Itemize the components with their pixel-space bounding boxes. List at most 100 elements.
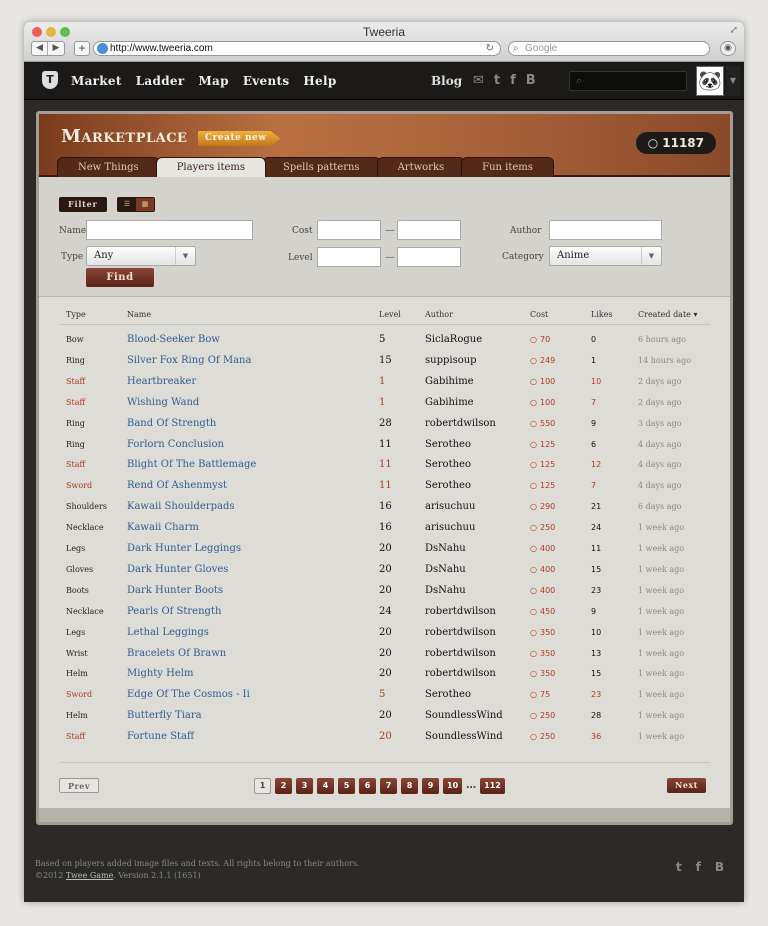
twee-game-link[interactable]: Twee Game bbox=[66, 871, 113, 880]
page-9-button[interactable]: 9 bbox=[422, 778, 439, 794]
marketplace-panel: Marketplace Create new ○ 11187 New Things… bbox=[36, 111, 733, 825]
item-name-link[interactable]: Forlorn Conclusion bbox=[127, 439, 224, 450]
col-author[interactable]: Author bbox=[425, 310, 453, 319]
table-row: Necklace Kawaii Charm 16 arisuchuu ○ 250 24 1 w… bbox=[59, 518, 710, 539]
item-cost-value: 250 bbox=[539, 732, 556, 742]
page-1-button[interactable]: 1 bbox=[254, 778, 271, 794]
name-input[interactable] bbox=[86, 220, 253, 240]
menu-map[interactable]: Map bbox=[198, 74, 228, 88]
item-name-link[interactable]: Butterfly Tiara bbox=[127, 710, 202, 721]
item-name-link[interactable]: Kawaii Shoulderpads bbox=[127, 501, 234, 512]
prev-button[interactable]: Prev bbox=[59, 778, 99, 793]
blog-b-icon[interactable]: B bbox=[526, 73, 536, 88]
item-name-link[interactable]: Band Of Strength bbox=[127, 418, 216, 429]
chevron-down-icon[interactable]: ▼ bbox=[726, 66, 740, 96]
coin-icon: ○ bbox=[647, 136, 659, 150]
category-select[interactable]: Anime ▼ bbox=[549, 246, 662, 266]
tab-fun-items[interactable]: Fun items bbox=[461, 157, 554, 177]
facebook-icon[interactable]: f bbox=[696, 860, 701, 874]
list-view-icon[interactable]: ☰ bbox=[118, 198, 136, 211]
level-min-input[interactable] bbox=[317, 247, 381, 267]
cost-max-input[interactable] bbox=[397, 220, 461, 240]
item-name-link[interactable]: Dark Hunter Leggings bbox=[127, 543, 241, 554]
item-name-link[interactable]: Fortune Staff bbox=[127, 731, 194, 742]
cost-min-input[interactable] bbox=[317, 220, 381, 240]
item-name-link[interactable]: Kawaii Charm bbox=[127, 522, 199, 533]
item-cost-value: 70 bbox=[539, 335, 551, 344]
browser-search-field[interactable]: ⌕ Google bbox=[508, 41, 710, 56]
item-name-link[interactable]: Blood-Seeker Bow bbox=[127, 334, 220, 345]
coin-icon: ○ bbox=[530, 439, 537, 449]
menu-market[interactable]: Market bbox=[71, 74, 122, 88]
facebook-icon[interactable]: f bbox=[510, 73, 516, 88]
page-7-button[interactable]: 7 bbox=[380, 778, 397, 794]
tab-new-things[interactable]: New Things bbox=[57, 157, 160, 177]
create-new-button[interactable]: Create new bbox=[198, 131, 281, 146]
item-name-link[interactable]: Dark Hunter Boots bbox=[127, 585, 223, 596]
level-max-input[interactable] bbox=[397, 247, 461, 267]
reload-icon[interactable]: ↻ bbox=[486, 42, 494, 55]
col-created-date[interactable]: Created date ▾ bbox=[638, 310, 697, 319]
item-name-link[interactable]: Blight Of The Battlemage bbox=[127, 459, 256, 470]
user-avatar[interactable]: 🐼 bbox=[696, 66, 724, 96]
item-cost: ○ 125 bbox=[530, 460, 555, 469]
item-name-link[interactable]: Silver Fox Ring Of Mana bbox=[127, 355, 251, 366]
table-row: Staff Heartbreaker 1 Gabihime ○ 100 10 2 days a… bbox=[59, 372, 710, 393]
page-2-button[interactable]: 2 bbox=[275, 778, 292, 794]
item-name-link[interactable]: Heartbreaker bbox=[127, 376, 196, 387]
item-name-link[interactable]: Wishing Wand bbox=[127, 397, 199, 408]
find-button[interactable]: Find bbox=[86, 268, 154, 287]
col-type[interactable]: Type bbox=[66, 310, 86, 319]
item-cost: ○ 350 bbox=[530, 669, 555, 678]
item-type: Ring bbox=[66, 418, 85, 428]
filter-button[interactable]: Filter bbox=[59, 197, 107, 212]
item-author: DsNahu bbox=[425, 543, 466, 554]
item-name-link[interactable]: Mighty Helm bbox=[127, 668, 193, 679]
item-name-link[interactable]: Edge Of The Cosmos - Ii bbox=[127, 689, 250, 700]
address-bar[interactable]: http://www.tweeria.com ↻ bbox=[93, 41, 501, 56]
tab-players-items[interactable]: Players items bbox=[155, 157, 266, 177]
col-level[interactable]: Level bbox=[379, 310, 401, 319]
twitter-icon[interactable]: t bbox=[494, 73, 500, 88]
item-name-link[interactable]: Rend Of Ashenmyst bbox=[127, 480, 227, 491]
page-3-button[interactable]: 3 bbox=[296, 778, 313, 794]
fullscreen-icon[interactable]: ⤢ bbox=[730, 25, 738, 36]
col-likes[interactable]: Likes bbox=[591, 310, 613, 319]
coin-icon: ○ bbox=[530, 418, 537, 428]
page-6-button[interactable]: 6 bbox=[359, 778, 376, 794]
next-button[interactable]: Next bbox=[667, 778, 706, 793]
back-button[interactable]: ◀ bbox=[32, 42, 48, 55]
author-input[interactable] bbox=[549, 220, 662, 240]
item-name-link[interactable]: Bracelets Of Brawn bbox=[127, 648, 226, 659]
item-level: 16 bbox=[379, 501, 392, 513]
menu-ladder[interactable]: Ladder bbox=[136, 74, 185, 88]
item-name-link[interactable]: Pearls Of Strength bbox=[127, 606, 221, 617]
twitter-icon[interactable]: t bbox=[676, 860, 682, 874]
menu-events[interactable]: Events bbox=[243, 74, 290, 88]
page-5-button[interactable]: 5 bbox=[338, 778, 355, 794]
page-10-button[interactable]: 10 bbox=[443, 778, 463, 794]
item-name-link[interactable]: Dark Hunter Gloves bbox=[127, 564, 228, 575]
site-search-input[interactable]: ⌕ bbox=[569, 71, 687, 91]
pagination: 1 2 3 4 5 6 7 8 9 10… 112 bbox=[254, 778, 505, 794]
col-cost[interactable]: Cost bbox=[530, 310, 548, 319]
type-select[interactable]: Any ▼ bbox=[86, 246, 196, 266]
page-last-button[interactable]: 112 bbox=[480, 778, 505, 794]
grid-view-icon[interactable]: ▦ bbox=[136, 198, 154, 211]
page-8-button[interactable]: 8 bbox=[401, 778, 418, 794]
mail-icon[interactable]: ✉ bbox=[473, 73, 484, 88]
tab-artworks[interactable]: Artworks bbox=[376, 157, 466, 177]
blog-b-icon[interactable]: B bbox=[715, 860, 724, 874]
downloads-button[interactable]: ◉ bbox=[720, 41, 736, 56]
menu-help[interactable]: Help bbox=[303, 74, 336, 88]
col-name[interactable]: Name bbox=[127, 310, 151, 319]
forward-button[interactable]: ▶ bbox=[48, 42, 64, 55]
add-bookmark-button[interactable]: + bbox=[74, 41, 90, 56]
page-4-button[interactable]: 4 bbox=[317, 778, 334, 794]
tab-spells-patterns[interactable]: Spells patterns bbox=[262, 157, 381, 177]
menu-blog[interactable]: Blog bbox=[431, 74, 462, 88]
item-likes: 23 bbox=[591, 690, 602, 700]
item-name-link[interactable]: Lethal Leggings bbox=[127, 627, 209, 638]
tweeria-logo-icon[interactable]: T bbox=[42, 71, 58, 89]
table-row: Necklace Pearls Of Strength 24 robertdwilso… bbox=[59, 602, 710, 623]
